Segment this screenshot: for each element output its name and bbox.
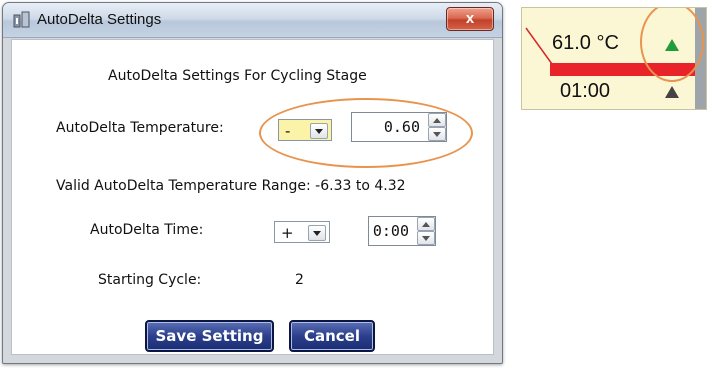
temperature-label: AutoDelta Temperature: xyxy=(56,120,224,136)
decrement-icon[interactable] xyxy=(417,231,435,245)
inset-panel: 61.0 °C 01:00 xyxy=(521,7,707,110)
inset-temperature: 61.0 °C xyxy=(552,32,619,54)
increment-icon[interactable] xyxy=(417,217,435,231)
starting-cycle-label: Starting Cycle: xyxy=(98,272,202,288)
window-title: AutoDelta Settings xyxy=(37,11,162,28)
save-setting-button[interactable]: Save Setting xyxy=(145,320,274,352)
time-sign-dropdown[interactable]: + xyxy=(274,221,330,243)
time-stepper[interactable]: 0:00 xyxy=(368,216,436,246)
dialog-heading: AutoDelta Settings For Cycling Stage xyxy=(108,68,367,84)
autodelta-settings-dialog: AutoDelta Settings x AutoDelta Settings … xyxy=(2,2,503,364)
time-input[interactable]: 0:00 xyxy=(369,217,415,245)
highlight-oval xyxy=(259,98,473,168)
app-icon xyxy=(13,11,30,28)
title-bar[interactable]: AutoDelta Settings x xyxy=(3,3,502,38)
starting-cycle-value: 2 xyxy=(295,272,304,288)
chevron-down-icon[interactable] xyxy=(308,225,326,241)
autodelta-arrow-icon[interactable] xyxy=(665,86,679,98)
dialog-body: AutoDelta Settings For Cycling Stage Aut… xyxy=(11,39,494,355)
cancel-button[interactable]: Cancel xyxy=(289,320,375,352)
inset-time: 01:00 xyxy=(560,80,611,102)
time-sign-value: + xyxy=(281,224,294,242)
temperature-range-text: Valid AutoDelta Temperature Range: -6.33… xyxy=(56,178,406,194)
close-button[interactable]: x xyxy=(446,7,494,31)
time-label: AutoDelta Time: xyxy=(90,222,204,238)
